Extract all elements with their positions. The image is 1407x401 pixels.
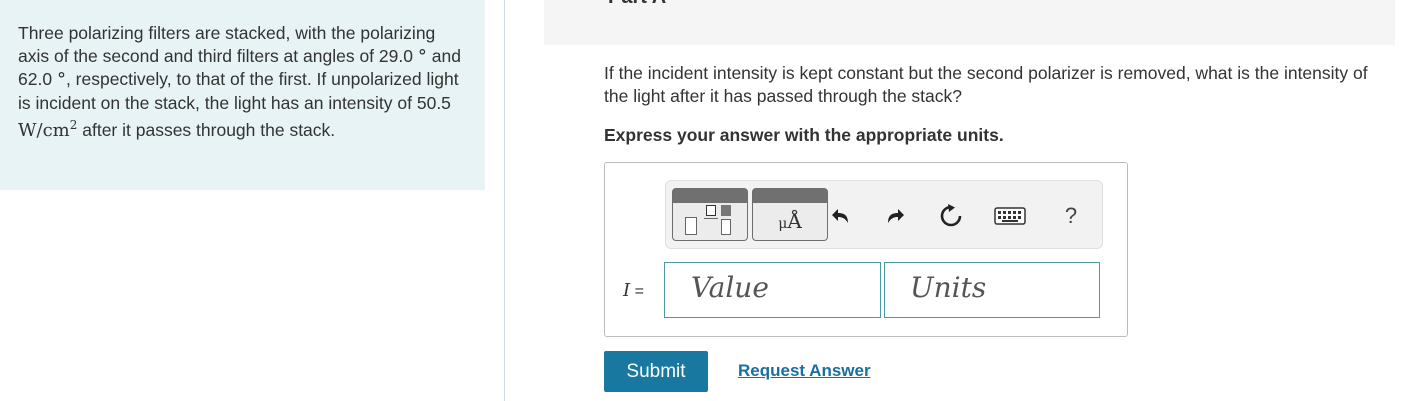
intensity-unit-exponent: 2 [69, 118, 78, 132]
problem-statement: Three polarizing filters are stacked, wi… [0, 0, 485, 190]
problem-intro: Three polarizing filters are stacked, wi… [18, 23, 436, 66]
keyboard-button[interactable] [992, 201, 1028, 231]
undo-icon [832, 209, 848, 223]
value-input[interactable]: Value [664, 262, 881, 318]
respectively-text: , respectively, to that of the first. If… [18, 69, 459, 113]
reset-icon [940, 204, 962, 227]
problem-outro: after it passes through the stack. [82, 120, 336, 140]
template-fraction-top-icon [706, 205, 716, 216]
template-box-icon [685, 217, 697, 235]
redo-button[interactable] [880, 201, 910, 231]
part-title: Part A [608, 0, 666, 9]
units-input[interactable]: Units [884, 262, 1100, 318]
help-button[interactable]: ? [1056, 201, 1086, 231]
symbols-button[interactable]: μÅ [752, 188, 828, 241]
symbols-icon: μÅ [778, 209, 802, 233]
question-text: If the incident intensity is kept consta… [604, 63, 1368, 106]
and-text: and [431, 45, 461, 66]
template-subscript-icon [721, 219, 731, 235]
intensity-unit: W/cm2 [18, 118, 78, 141]
answer-variable-label: I = [623, 280, 644, 301]
templates-button[interactable] [672, 188, 748, 241]
keyboard-icon [994, 207, 1026, 225]
intensity-unit-base: W/cm [18, 120, 70, 141]
answer-box: μÅ ? I = Value Units [604, 162, 1128, 337]
help-icon: ? [1064, 203, 1078, 228]
undo-button[interactable] [826, 201, 856, 231]
template-fraction-bar-icon [704, 218, 718, 219]
request-answer-link[interactable]: Request Answer [738, 361, 871, 381]
math-toolbar: μÅ ? [665, 180, 1103, 249]
redo-icon [888, 209, 904, 223]
answer-instruction: Express your answer with the appropriate… [604, 125, 1004, 145]
angle-1-unit: ° [417, 45, 427, 67]
angle-2-value: 62.0 [18, 69, 53, 89]
reset-button[interactable] [936, 201, 966, 231]
angle-1-value: 29.0 [378, 45, 413, 66]
submit-button[interactable]: Submit [604, 351, 708, 392]
angle-2-unit: ° [56, 69, 66, 90]
part-header: Part A [544, 0, 1395, 45]
column-divider [504, 0, 505, 401]
intensity-value: 50.5 [416, 92, 451, 113]
template-exponent-icon [721, 205, 731, 216]
